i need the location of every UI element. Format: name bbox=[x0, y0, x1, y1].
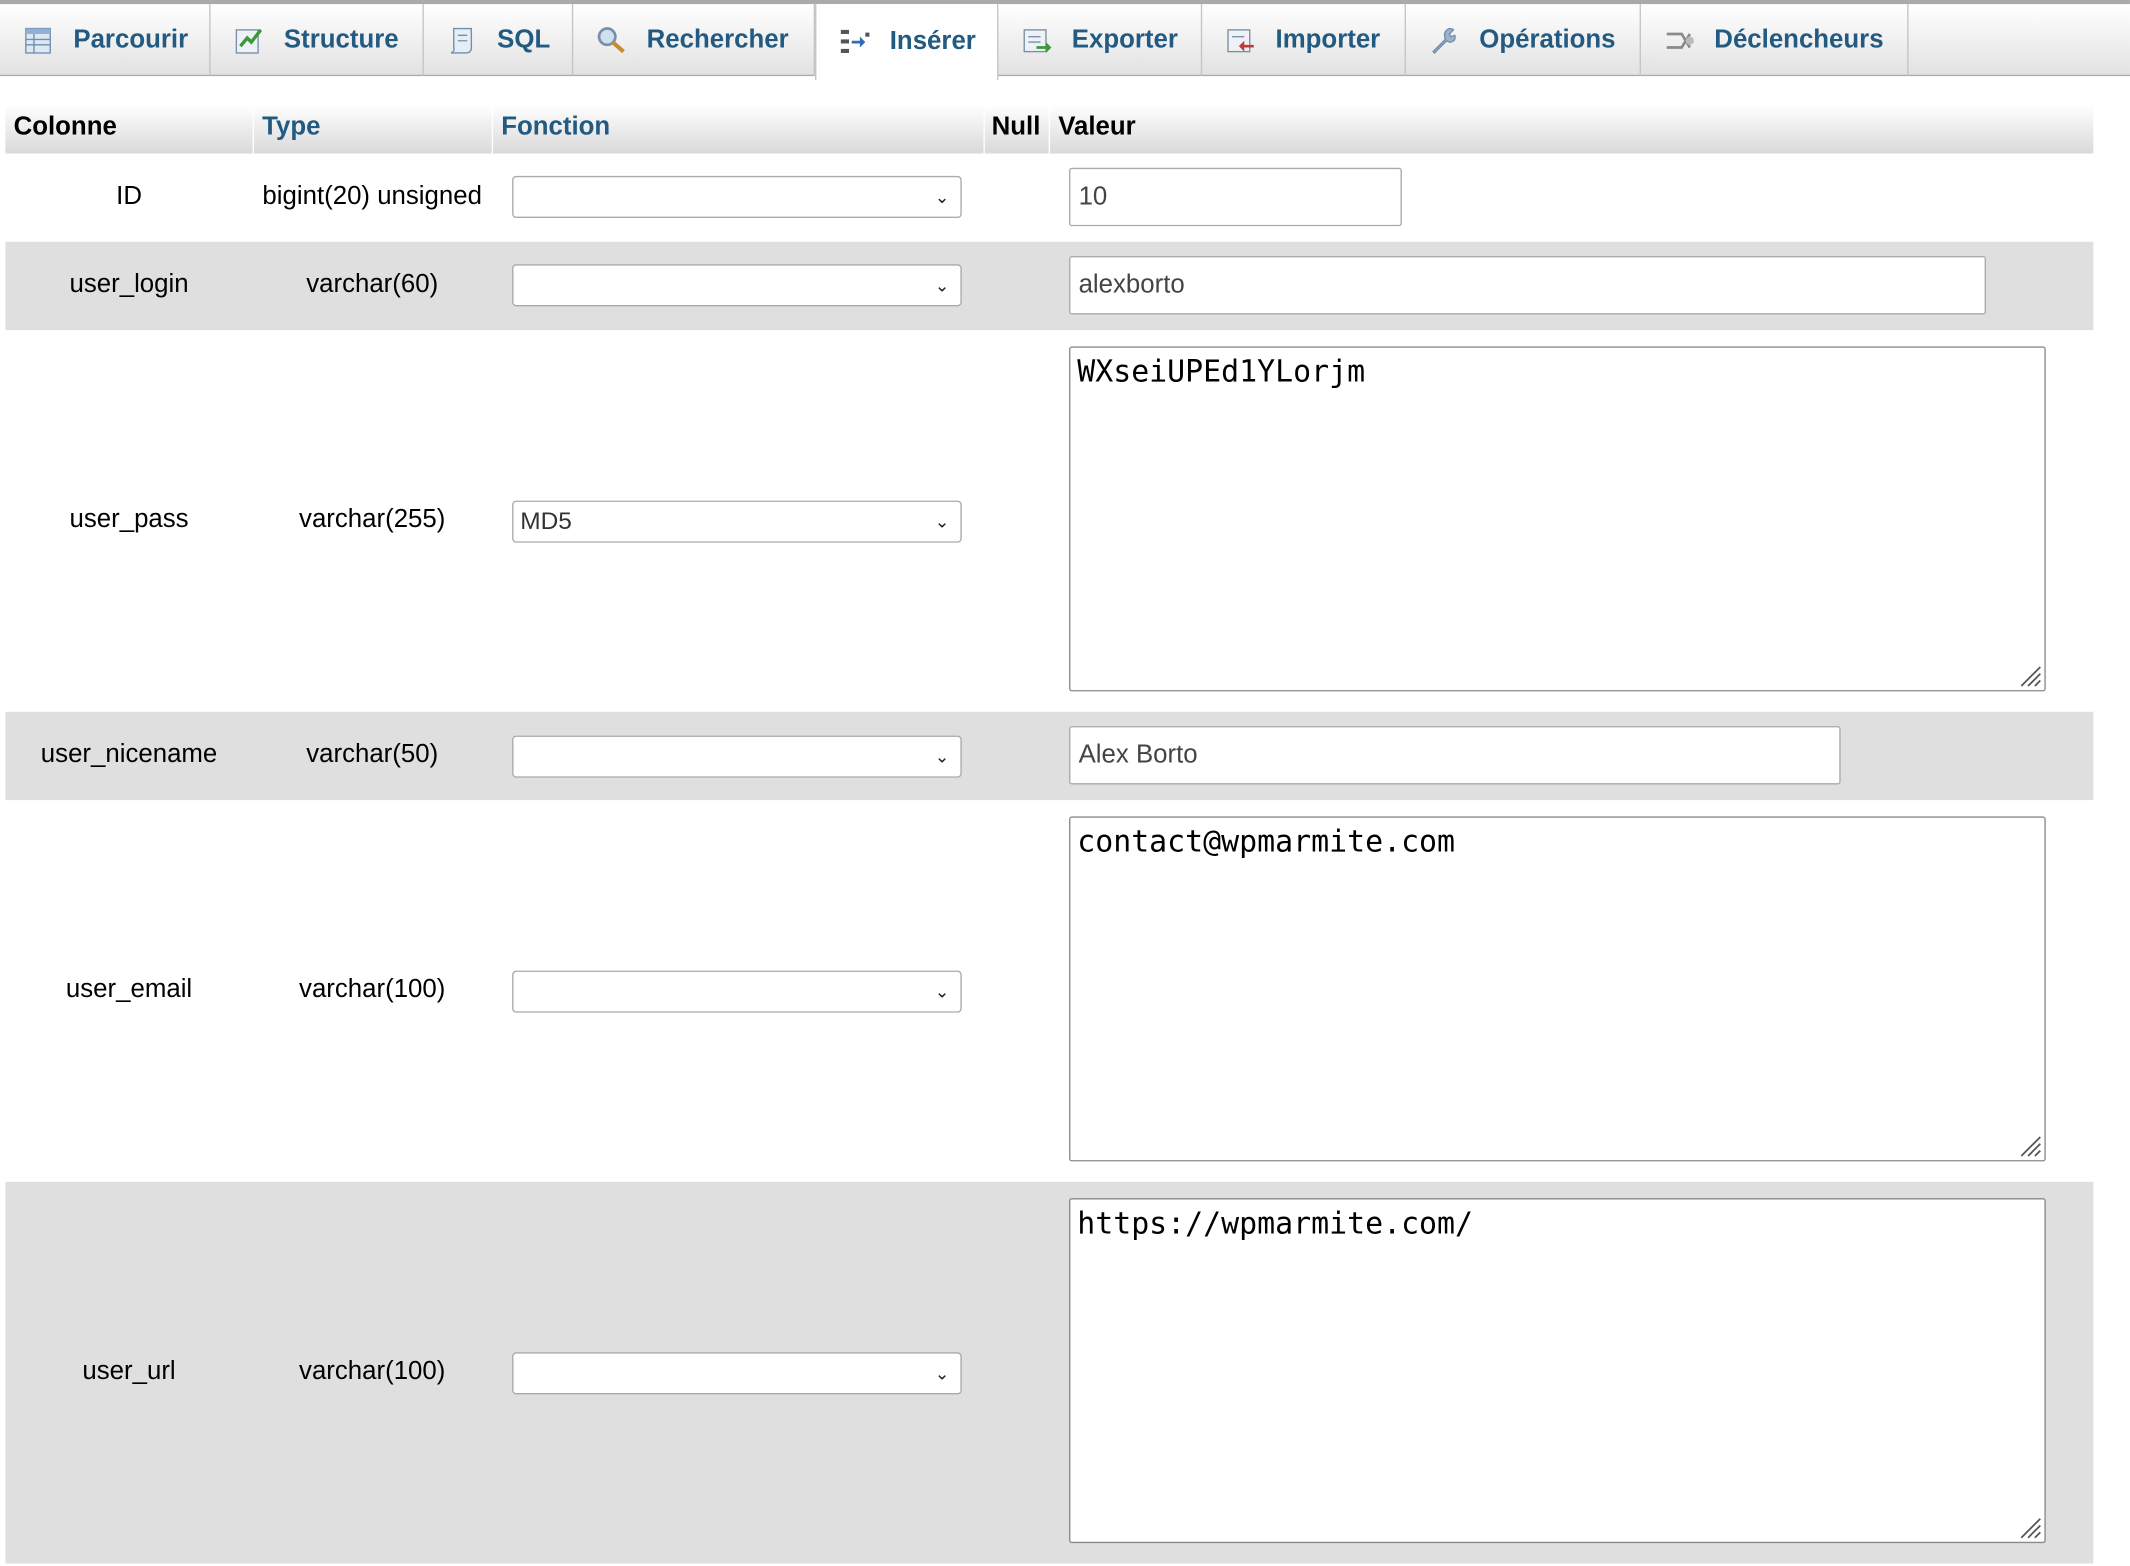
value-text: Alex Borto bbox=[1078, 741, 1198, 770]
column-type: varchar(255) bbox=[299, 505, 446, 534]
value-textarea-user-pass[interactable]: WXseiUPEd1YLorjm bbox=[1069, 346, 2046, 692]
column-type: varchar(60) bbox=[306, 270, 439, 299]
value-input-user-nicename[interactable]: Alex Borto bbox=[1069, 726, 1841, 785]
chevron-down-icon: ⌄ bbox=[934, 275, 950, 296]
function-select[interactable]: ⌄ bbox=[512, 1352, 962, 1395]
tab-label: Rechercher bbox=[646, 25, 789, 54]
tab-label: Exporter bbox=[1071, 25, 1178, 54]
table-row-user-url: user_url varchar(100) ⌄ https://wpmarmit… bbox=[5, 1181, 2094, 1564]
function-select[interactable]: ⌄ bbox=[512, 970, 962, 1013]
value-text: contact@wpmarmite.com bbox=[1077, 825, 1456, 860]
header-null: Null bbox=[991, 112, 1041, 142]
tab-bar: Parcourir Structure SQL Rechercher Insér… bbox=[0, 0, 2130, 81]
tab-inserer[interactable]: Insérer bbox=[815, 4, 999, 81]
column-name: user_url bbox=[82, 1357, 176, 1386]
tab-rechercher[interactable]: Rechercher bbox=[573, 4, 816, 77]
value-text: alexborto bbox=[1078, 271, 1185, 300]
tab-operations[interactable]: Opérations bbox=[1406, 4, 1641, 77]
chevron-down-icon: ⌄ bbox=[934, 511, 950, 532]
value-textarea-user-url[interactable]: https://wpmarmite.com/ bbox=[1069, 1198, 2046, 1544]
column-name: user_nicename bbox=[40, 740, 218, 769]
triggers-icon bbox=[1666, 31, 1694, 49]
function-select-value: MD5 bbox=[520, 507, 572, 535]
value-textarea-user-email[interactable]: contact@wpmarmite.com bbox=[1069, 816, 2046, 1162]
table-row-user-email: user_email varchar(100) ⌄ contact@wpmarm… bbox=[5, 800, 2093, 1182]
sql-scroll-icon bbox=[450, 27, 473, 53]
table-row-user-nicename: user_nicename varchar(50) ⌄ Alex Borto bbox=[5, 711, 2094, 801]
column-name: user_pass bbox=[69, 505, 189, 534]
wrench-icon bbox=[1432, 27, 1456, 54]
column-type: varchar(100) bbox=[299, 975, 446, 1004]
column-type: varchar(100) bbox=[299, 1357, 446, 1386]
tab-label: Opérations bbox=[1479, 25, 1616, 54]
tab-label: Importer bbox=[1275, 25, 1381, 54]
header-fonction[interactable]: Fonction bbox=[501, 113, 610, 143]
header-divider bbox=[252, 104, 255, 154]
header-valeur: Valeur bbox=[1058, 112, 1136, 142]
tab-label: Parcourir bbox=[73, 25, 189, 54]
structure-icon bbox=[235, 28, 263, 53]
column-name: ID bbox=[116, 182, 142, 211]
tab-importer[interactable]: Importer bbox=[1202, 4, 1406, 77]
table-browse-icon bbox=[25, 27, 51, 53]
header-divider bbox=[983, 104, 985, 154]
tab-structure[interactable]: Structure bbox=[211, 4, 424, 77]
value-input-id[interactable]: 10 bbox=[1069, 167, 1402, 227]
tab-label: Déclencheurs bbox=[1714, 25, 1884, 54]
resize-grip-icon[interactable] bbox=[2017, 1515, 2041, 1539]
resize-grip-icon[interactable] bbox=[2017, 1133, 2041, 1157]
chevron-down-icon: ⌄ bbox=[934, 981, 950, 1002]
chevron-down-icon: ⌄ bbox=[934, 746, 950, 767]
value-text: https://wpmarmite.com/ bbox=[1077, 1207, 1474, 1242]
table-row-user-login: user_login varchar(60) ⌄ alexborto bbox=[5, 241, 2094, 331]
insert-row-icon bbox=[840, 29, 870, 53]
header-divider bbox=[491, 104, 494, 154]
column-type: bigint(20) unsigned bbox=[262, 182, 482, 211]
tab-label: SQL bbox=[497, 25, 551, 54]
header-colonne: Colonne bbox=[13, 112, 117, 142]
table-row-user-pass: user_pass varchar(255) MD5 ⌄ WXseiUPEd1Y… bbox=[5, 330, 2093, 712]
tab-label: Insérer bbox=[889, 27, 976, 56]
value-text: WXseiUPEd1YLorjm bbox=[1077, 355, 1366, 390]
export-icon bbox=[1023, 28, 1052, 53]
chevron-down-icon: ⌄ bbox=[934, 1363, 950, 1384]
tab-exporter[interactable]: Exporter bbox=[998, 4, 1203, 77]
tab-sql[interactable]: SQL bbox=[424, 4, 574, 77]
value-text: 10 bbox=[1078, 182, 1108, 212]
header-type[interactable]: Type bbox=[262, 113, 320, 143]
header-divider bbox=[1048, 104, 1051, 154]
tab-declencheurs[interactable]: Déclencheurs bbox=[1641, 4, 1909, 77]
function-select[interactable]: MD5 ⌄ bbox=[512, 500, 962, 543]
column-name: user_email bbox=[65, 975, 193, 1004]
chevron-down-icon: ⌄ bbox=[934, 186, 950, 208]
import-icon bbox=[1227, 28, 1254, 52]
tab-parcourir[interactable]: Parcourir bbox=[0, 4, 211, 77]
table-row-id: ID bigint(20) unsigned ⌄ 10 bbox=[5, 153, 2093, 241]
function-select[interactable]: ⌄ bbox=[512, 735, 962, 778]
function-select[interactable]: ⌄ bbox=[512, 264, 962, 307]
tab-label: Structure bbox=[283, 25, 399, 54]
column-type: varchar(50) bbox=[306, 740, 439, 769]
column-name: user_login bbox=[69, 270, 189, 299]
function-select[interactable]: ⌄ bbox=[512, 175, 962, 219]
search-magnifier-icon bbox=[597, 26, 625, 53]
table-header: Colonne Type Fonction Null Valeur bbox=[5, 104, 2094, 154]
value-input-user-login[interactable]: alexborto bbox=[1069, 256, 1986, 315]
resize-grip-icon[interactable] bbox=[2017, 663, 2041, 687]
